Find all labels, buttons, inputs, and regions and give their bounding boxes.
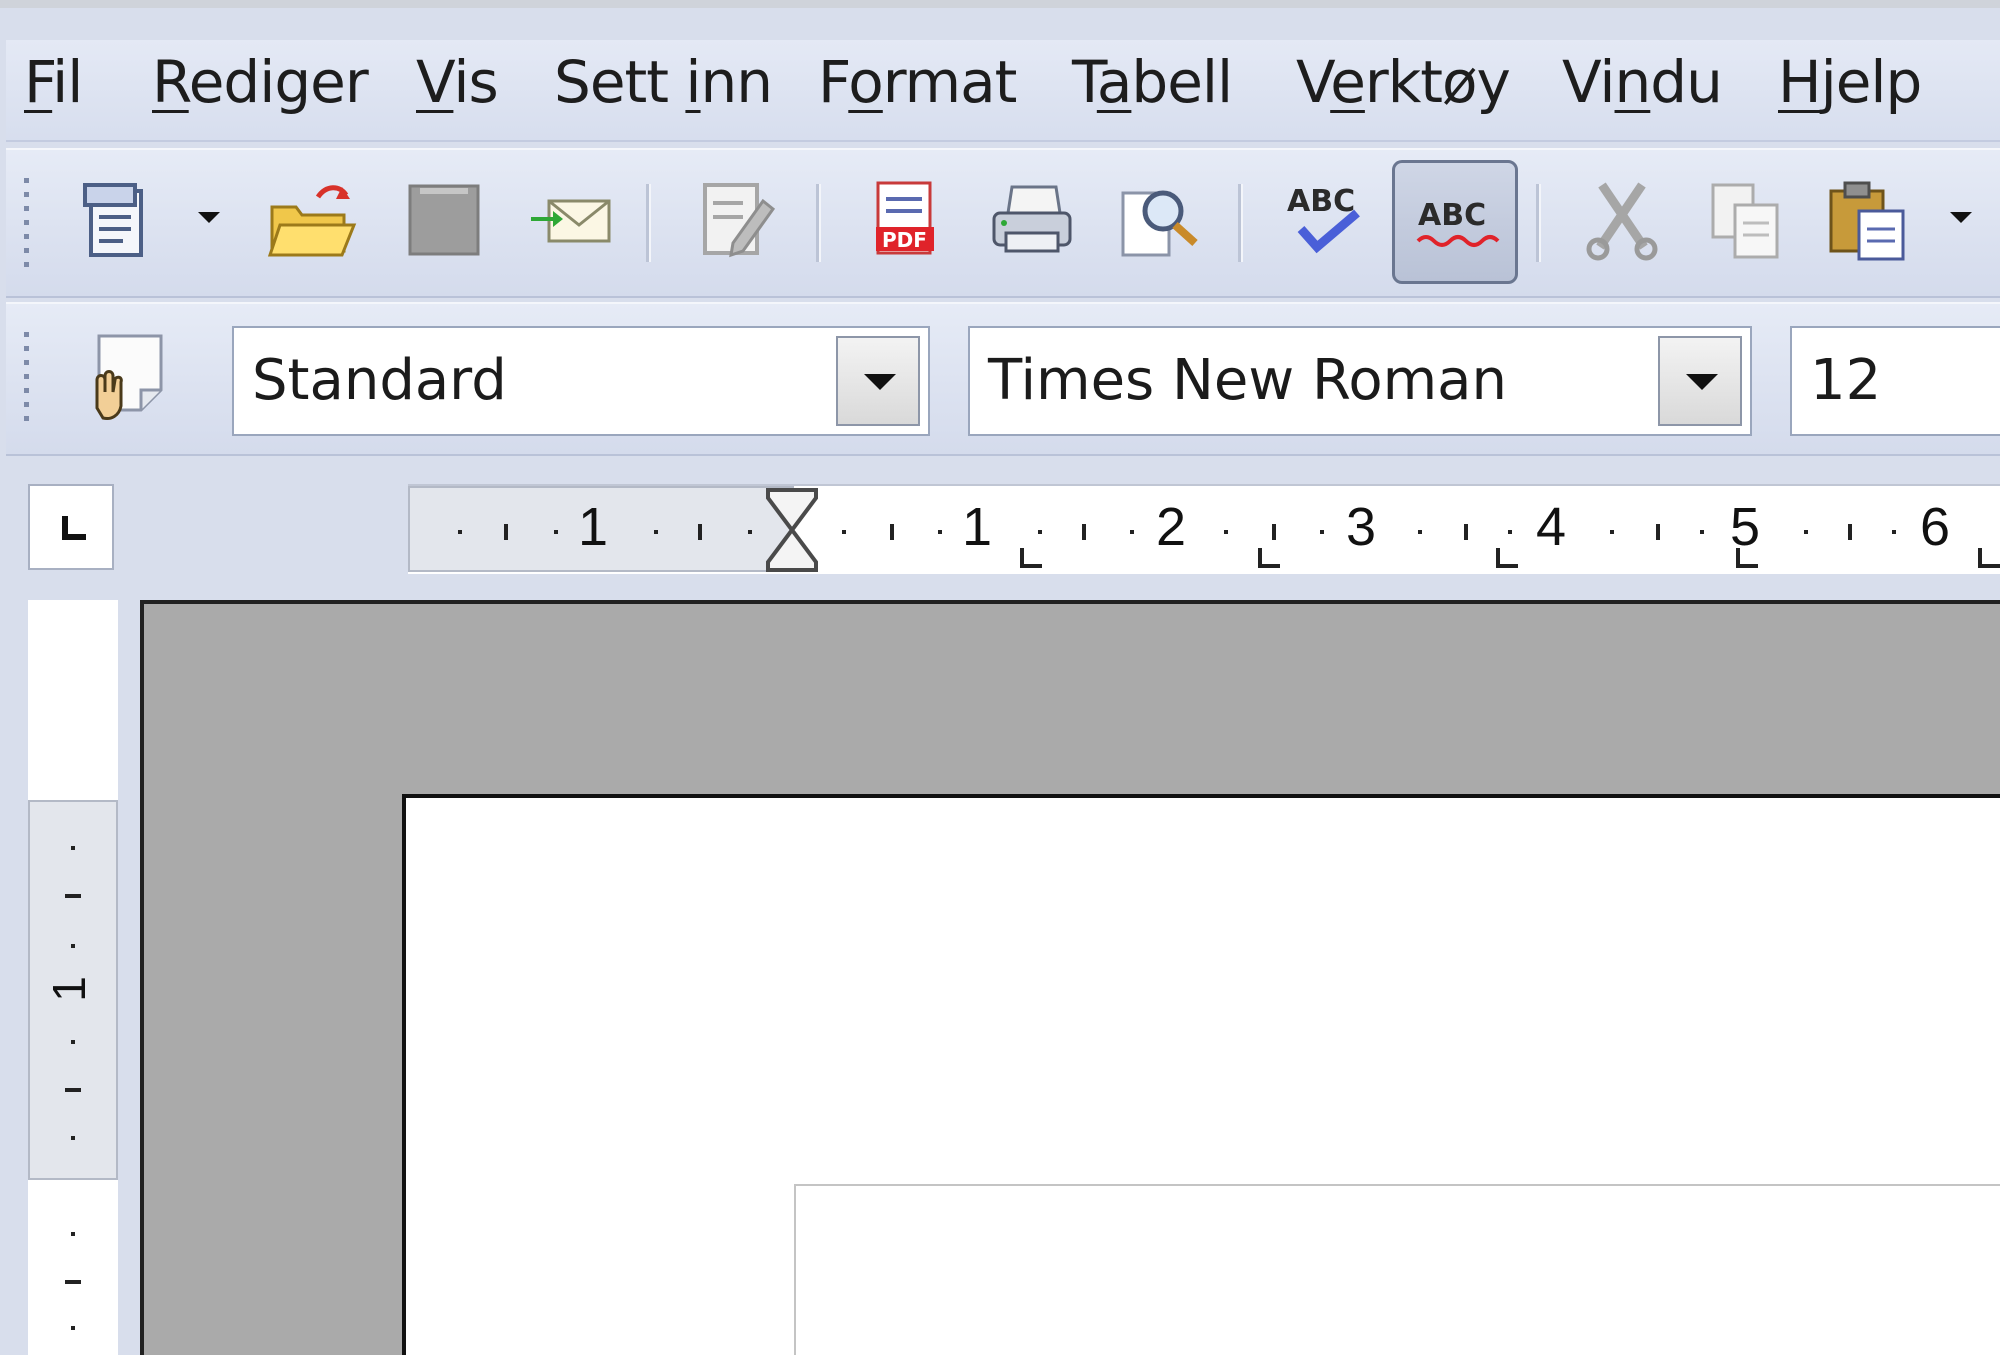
autospellcheck-icon: ABC	[1416, 198, 1500, 247]
menu-fil[interactable]: Fil	[24, 48, 83, 116]
new-dropdown-arrow[interactable]	[198, 212, 220, 223]
paste-icon	[1829, 181, 1905, 261]
paste-dropdown-arrow[interactable]	[1950, 212, 1972, 223]
toolbar-separator	[646, 184, 651, 262]
font-size-combo[interactable]: 12	[1790, 326, 2000, 436]
export-pdf-button[interactable]: PDF	[856, 170, 956, 270]
font-size-value: 12	[1810, 348, 1882, 413]
open-button[interactable]	[262, 170, 362, 270]
page-preview-button[interactable]	[1110, 170, 1210, 270]
menu-verktoy[interactable]: Verktøy	[1296, 48, 1511, 116]
ruler-label: 5	[1730, 497, 1761, 557]
styles-formatting-button[interactable]	[78, 328, 178, 428]
print-button[interactable]	[982, 170, 1082, 270]
styles-hand-icon	[95, 334, 163, 420]
paste-button[interactable]	[1818, 170, 1918, 270]
tab-type-selector[interactable]	[28, 484, 114, 570]
indent-marker-icon[interactable]	[764, 486, 824, 574]
open-folder-icon	[267, 185, 357, 257]
ruler-label: 4	[1536, 497, 1567, 557]
save-button[interactable]	[394, 170, 494, 270]
toolbar-separator	[816, 184, 821, 262]
menu-vis[interactable]: Vis	[416, 48, 499, 116]
copy-button[interactable]	[1696, 170, 1796, 270]
new-document-button[interactable]	[70, 170, 170, 270]
copy-icon	[1711, 183, 1779, 259]
paragraph-style-combo[interactable]: Standard	[232, 326, 930, 436]
menu-rediger[interactable]: Rediger	[152, 48, 369, 116]
menu-hjelp[interactable]: Hjelp	[1778, 48, 1922, 116]
edit-file-button[interactable]	[686, 170, 786, 270]
toolbar-grip[interactable]	[22, 332, 32, 430]
ruler-label: 1	[578, 497, 609, 557]
edit-file-icon	[703, 183, 776, 258]
print-icon	[992, 185, 1072, 253]
ruler-label: 3	[1346, 497, 1377, 557]
email-icon	[531, 199, 611, 243]
page-preview-icon	[1121, 190, 1198, 257]
vertical-ruler[interactable]: 1	[28, 600, 118, 1355]
svg-text:PDF: PDF	[882, 228, 927, 252]
cut-button[interactable]	[1572, 170, 1672, 270]
font-name-value: Times New Roman	[988, 348, 1507, 413]
svg-text:ABC: ABC	[1287, 184, 1355, 219]
ruler-label: 2	[1156, 497, 1187, 557]
cut-icon	[1586, 182, 1658, 261]
ruler-label: 1	[962, 497, 993, 557]
spellcheck-icon: ABC	[1287, 184, 1360, 254]
new-document-icon	[83, 183, 143, 257]
svg-text:ABC: ABC	[1418, 198, 1486, 233]
paragraph-style-value: Standard	[252, 348, 507, 413]
menu-tabell[interactable]: Tabell	[1072, 48, 1233, 116]
export-pdf-icon: PDF	[876, 181, 934, 255]
horizontal-ruler[interactable]: 1 1 2 3 4 5 6	[408, 484, 2000, 574]
vertical-ruler-label: 1	[42, 976, 95, 1002]
toolbar-separator	[1238, 184, 1243, 262]
window-top-border	[0, 0, 2000, 8]
menu-format[interactable]: Format	[818, 48, 1017, 116]
paragraph-style-dropdown-button[interactable]	[836, 336, 920, 426]
font-name-combo[interactable]: Times New Roman	[968, 326, 1752, 436]
standard-toolbar: PDF ABC ABC	[6, 148, 2000, 298]
save-icon	[408, 184, 480, 256]
text-boundary	[794, 1184, 2000, 1355]
menu-sett-inn[interactable]: Sett inn	[554, 48, 773, 116]
formatting-toolbar: Standard Times New Roman 12	[6, 302, 2000, 456]
toolbar-grip[interactable]	[22, 178, 32, 276]
toolbar-separator	[1536, 184, 1541, 262]
menu-vindu[interactable]: Vindu	[1562, 48, 1723, 116]
autospellcheck-button[interactable]: ABC	[1392, 160, 1518, 284]
email-button[interactable]	[522, 170, 622, 270]
menu-bar: Fil Rediger Vis Sett inn Format Tabell V…	[6, 40, 2000, 142]
ruler-label: 6	[1920, 497, 1951, 557]
font-name-dropdown-button[interactable]	[1658, 336, 1742, 426]
spellcheck-button[interactable]: ABC	[1274, 170, 1374, 270]
